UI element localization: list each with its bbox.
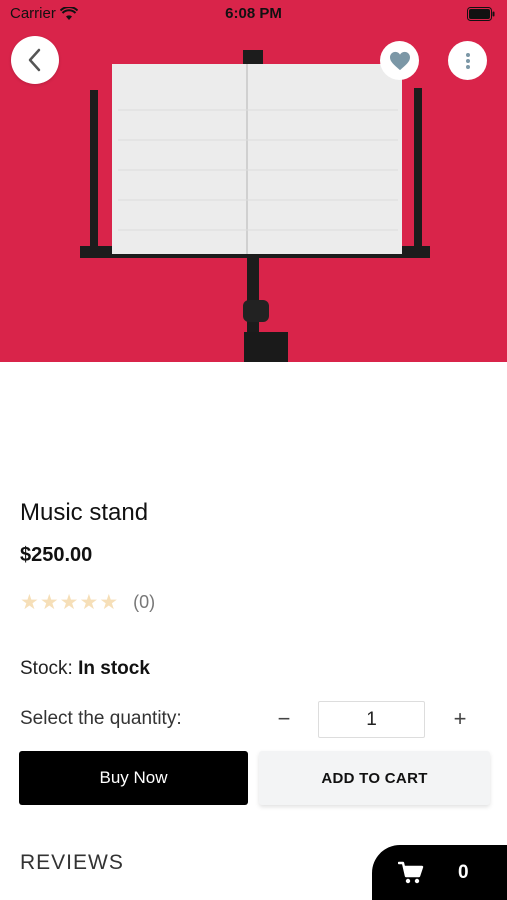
stock-label: Stock:: [20, 658, 73, 679]
cart-button[interactable]: 0: [372, 845, 507, 900]
cart-count: 0: [458, 861, 469, 883]
star-icon: ★: [20, 591, 39, 614]
more-options-button[interactable]: [448, 41, 487, 80]
star-icon: ★: [59, 591, 79, 614]
status-bar: Carrier 6:08 PM: [0, 0, 507, 28]
stock-value: In stock: [78, 658, 150, 679]
cart-icon: [398, 861, 424, 883]
quantity-decrement-button[interactable]: −: [270, 703, 298, 735]
rating-count: (0): [133, 592, 156, 612]
back-button[interactable]: [11, 36, 59, 84]
music-stand-photo: [0, 0, 507, 362]
battery-icon: [467, 7, 495, 25]
favorite-button[interactable]: [380, 41, 419, 80]
quantity-increment-button[interactable]: +: [446, 703, 474, 735]
add-to-cart-button[interactable]: ADD TO CART: [259, 751, 490, 805]
more-vertical-icon: [465, 52, 470, 69]
rating[interactable]: ★ ★ ★ ★ ★ (0): [20, 592, 155, 613]
quantity-label: Select the quantity:: [20, 708, 182, 729]
buy-now-button[interactable]: Buy Now: [19, 751, 248, 805]
star-icon: ★: [99, 591, 119, 614]
star-icon: ★: [39, 591, 59, 614]
chevron-left-icon: [28, 48, 41, 72]
quantity-input[interactable]: 1: [318, 701, 425, 738]
product-image: [0, 0, 507, 362]
product-price: $250.00: [20, 544, 93, 566]
heart-icon: [389, 51, 410, 70]
reviews-heading: REVIEWS: [20, 851, 124, 874]
status-time: 6:08 PM: [225, 5, 282, 22]
product-title: Music stand: [20, 499, 149, 526]
star-icon: ★: [79, 591, 99, 614]
stock-info: Stock: In stock: [20, 658, 150, 680]
